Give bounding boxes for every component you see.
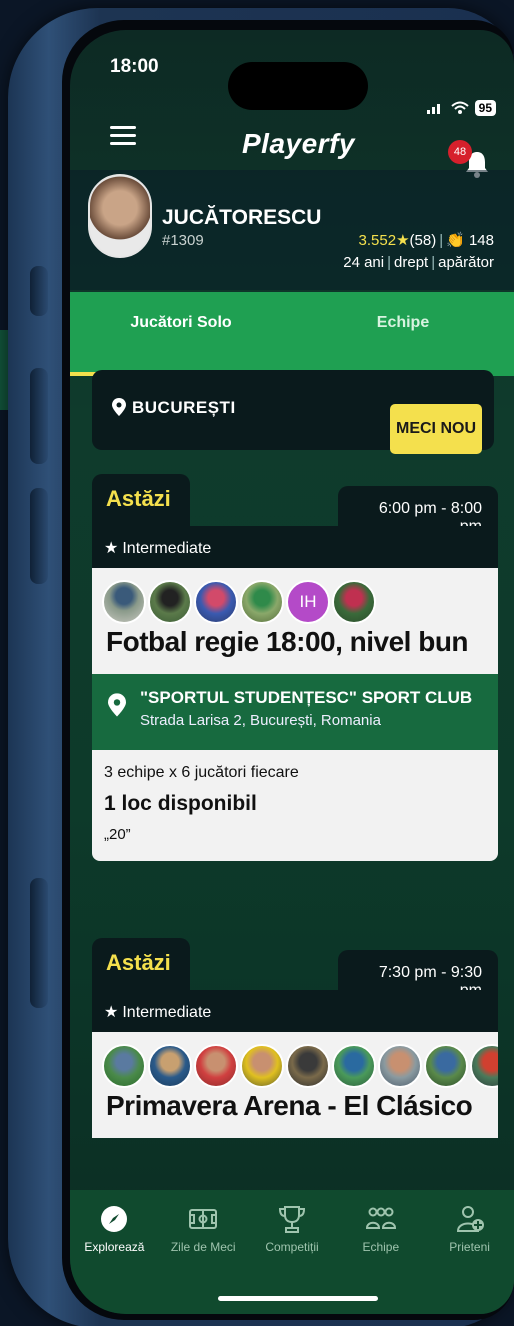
player-avatar[interactable] — [148, 1044, 192, 1088]
divider: | — [439, 232, 444, 249]
profile-age: 24 ani — [343, 254, 385, 271]
battery-indicator: 95 — [474, 100, 496, 116]
rating-value: 3.552 — [358, 232, 397, 249]
match-level: ★ Intermediate — [92, 990, 498, 1032]
match-card[interactable]: Astăzi 7:30 pm - 9:30 pm ★Intermediate P… — [92, 930, 498, 1138]
divider: | — [431, 254, 436, 271]
location-city[interactable]: BUCUREȘTI — [132, 398, 236, 418]
home-indicator — [218, 1296, 378, 1301]
mute-switch — [30, 266, 48, 316]
location-pin-icon — [112, 398, 126, 416]
match-day: Astăzi — [92, 938, 190, 990]
nav-label: Prieteni — [449, 1240, 490, 1254]
venue-address: Strada Larisa 2, București, Romania — [140, 712, 381, 729]
player-avatar[interactable] — [332, 1044, 376, 1088]
venue-name: "SPORTUL STUDENȚESC" SPORT CLUB — [140, 688, 473, 707]
side-button — [30, 878, 48, 1008]
match-format: 3 echipe x 6 jucători fiecare — [104, 764, 299, 781]
app-screen: 18:00 95 Playerfy 48 JUCĂTORESCU #1309 3… — [70, 30, 514, 1314]
player-avatar[interactable] — [102, 1044, 146, 1088]
profile-foot: drept — [394, 254, 429, 271]
nav-explore[interactable]: Explorează — [70, 1204, 159, 1314]
star-icon: ★ — [396, 232, 410, 249]
player-avatar[interactable]: IH — [286, 580, 330, 624]
match-details: 3 echipe x 6 jucători fiecare 1 loc disp… — [92, 750, 498, 861]
player-avatar[interactable] — [332, 580, 376, 624]
venue-info[interactable]: "SPORTUL STUDENȚESC" SPORT CLUB Strada L… — [92, 674, 498, 750]
nav-label: Competiții — [265, 1240, 319, 1254]
divider: | — [387, 254, 392, 271]
match-title[interactable]: Fotbal regie 18:00, nivel bun — [92, 624, 498, 674]
tab-solo-players[interactable]: Jucători Solo — [70, 292, 292, 376]
dynamic-island — [228, 62, 368, 110]
profile-position: apărător — [438, 254, 494, 271]
claps-count: 148 — [468, 232, 494, 249]
team-icon — [365, 1207, 396, 1229]
nav-friends[interactable]: Prieteni — [425, 1204, 514, 1314]
status-icons: 95 — [426, 100, 496, 116]
add-friend-icon — [456, 1206, 484, 1232]
player-avatar[interactable] — [102, 580, 146, 624]
menu-icon[interactable] — [110, 126, 136, 146]
player-avatar[interactable] — [424, 1044, 468, 1088]
player-avatar[interactable] — [378, 1044, 422, 1088]
star-icon: ★ — [104, 540, 119, 557]
match-level-label: Intermediate — [122, 1004, 212, 1021]
wifi-icon — [450, 101, 469, 114]
match-title[interactable]: Primavera Arena - El Clásico — [92, 1088, 498, 1138]
nav-label: Echipe — [362, 1240, 400, 1254]
avatar[interactable] — [88, 174, 152, 258]
profile-stats: 3.552★(58) | 👏 148 24 ani | drept | apărător — [343, 230, 494, 274]
nav-label: Explorează — [84, 1240, 145, 1254]
player-avatar[interactable] — [286, 1044, 330, 1088]
notification-badge: 48 — [448, 140, 472, 164]
rating-count: (58) — [409, 232, 437, 249]
app-title: Playerfy — [242, 128, 355, 159]
clap-icon: 👏 — [446, 232, 465, 249]
player-avatar[interactable] — [194, 1044, 238, 1088]
player-avatar[interactable] — [240, 1044, 284, 1088]
available-spots: 1 loc disponibil — [104, 792, 257, 815]
tab-teams[interactable]: Echipe — [292, 292, 514, 376]
volume-down-button — [30, 488, 48, 584]
player-avatar[interactable] — [470, 1044, 498, 1088]
status-time: 18:00 — [110, 56, 159, 77]
new-match-button[interactable]: MECI NOU — [390, 404, 482, 454]
profile-name: JUCĂTORESCU — [162, 206, 322, 229]
match-day: Astăzi — [92, 474, 190, 526]
profile-summary[interactable]: JUCĂTORESCU #1309 3.552★(58) | 👏 148 24 an… — [70, 170, 514, 290]
tab-bar: Jucători Solo Echipe — [70, 292, 514, 376]
player-avatar[interactable] — [148, 580, 192, 624]
match-level-label: Intermediate — [122, 540, 212, 557]
player-avatar[interactable] — [240, 580, 284, 624]
nav-label: Zile de Meci — [170, 1240, 236, 1254]
location-bar: BUCUREȘTI MECI NOU — [92, 370, 494, 454]
volume-up-button — [30, 368, 48, 464]
star-icon: ★ — [104, 1004, 119, 1021]
player-avatar[interactable] — [194, 580, 238, 624]
pitch-icon — [189, 1209, 218, 1229]
signal-icon — [426, 104, 440, 114]
match-level: ★ Intermediate — [92, 526, 498, 568]
match-card[interactable]: Astăzi 6:00 pm - 8:00 pm ★Intermediate I… — [92, 466, 498, 861]
profile-id: #1309 — [162, 232, 204, 249]
compass-icon — [101, 1206, 128, 1232]
trophy-icon — [278, 1206, 305, 1233]
location-pin-icon — [108, 693, 126, 717]
match-note: „20” — [104, 826, 131, 843]
